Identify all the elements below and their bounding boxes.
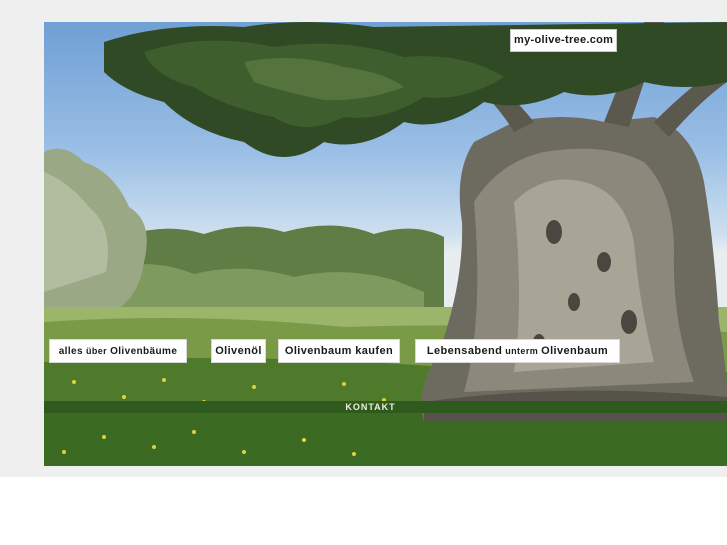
nav-item-olive-oil[interactable]: Olivenöl <box>212 340 265 362</box>
footer-bar: KONTAKT <box>44 401 727 413</box>
nav-item-retirement-under-olive-tree[interactable]: Lebensabend unterm Olivenbaum <box>416 340 619 362</box>
nav-item-label: Lebensabend <box>426 345 503 357</box>
nav-item-about-olive-trees[interactable]: alles über Olivenbäume <box>50 340 186 362</box>
site-name-badge[interactable]: my-olive-tree.com <box>510 29 618 52</box>
nav-item-label: Olivenbaum <box>541 345 609 357</box>
hero-image <box>44 22 727 466</box>
nav-item-buy-olive-tree[interactable]: Olivenbaum kaufen <box>279 340 399 362</box>
nav-item-label: über <box>85 346 108 356</box>
nav-item-label: Olivenbäume <box>110 345 178 357</box>
nav-item-label: unterm <box>505 346 539 356</box>
nav-item-label: alles <box>58 345 83 357</box>
contact-link[interactable]: KONTAKT <box>345 401 395 413</box>
